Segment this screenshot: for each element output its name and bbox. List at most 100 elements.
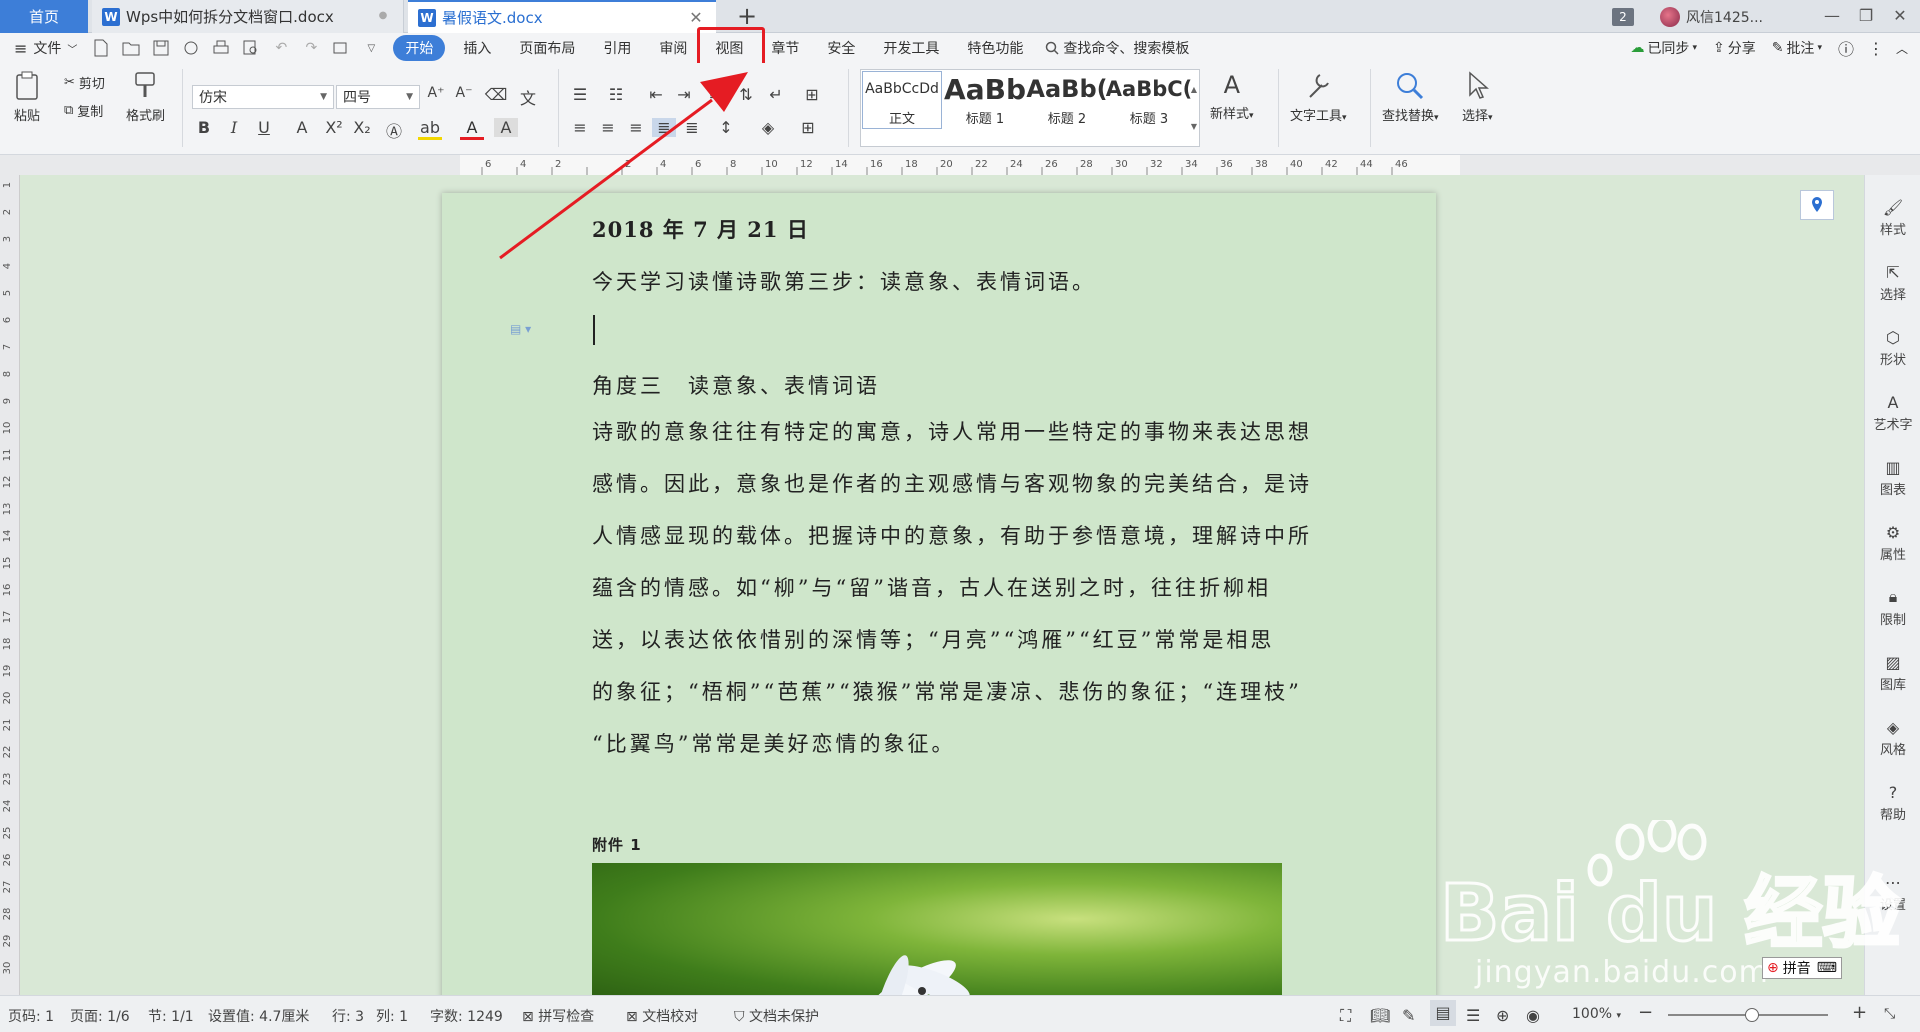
sidebar-item-help[interactable]: ? 帮助	[1865, 780, 1920, 824]
customize-toolbar-icon[interactable]: ▽	[361, 38, 381, 58]
strikethrough-icon[interactable]: A	[290, 118, 314, 137]
attachment-label[interactable]: 附件 1	[592, 834, 642, 855]
status-page[interactable]: 页面: 1/6	[70, 1006, 130, 1026]
tab-security[interactable]: 安全	[813, 33, 869, 63]
doc-intro-line[interactable]: 今天学习读懂诗歌第三步：读意象、表情词语。	[592, 266, 1096, 296]
status-section[interactable]: 节: 1/1	[148, 1006, 194, 1026]
window-count-badge[interactable]: 2	[1612, 8, 1634, 26]
font-name-select[interactable]: 仿宋 ▼	[192, 85, 334, 109]
italic-icon[interactable]: I	[222, 118, 246, 137]
new-document-icon[interactable]	[91, 38, 111, 58]
tab-developer[interactable]: 开发工具	[869, 33, 953, 63]
style-heading-1[interactable]: AaBb 标题 1	[944, 71, 1026, 129]
help-icon[interactable]: ⓘ	[1830, 33, 1862, 63]
line-spacing-icon[interactable]: ↕	[714, 118, 738, 137]
print-dropdown-icon[interactable]	[331, 38, 351, 58]
command-search[interactable]: 查找命令、搜索模板	[1037, 33, 1197, 63]
copy-button[interactable]: ⧉ 复制	[64, 101, 103, 120]
tab-document-2[interactable]: W 暑假语文.docx ✕	[408, 0, 716, 33]
doc-paragraph-line[interactable]: 的象征；“梧桐”“芭蕉”“猿猴”常常是凄凉、悲伤的象征；“连理枝”	[592, 676, 1302, 706]
new-tab-button[interactable]: +	[734, 3, 760, 29]
table-border-icon[interactable]: ⊞	[800, 85, 824, 104]
font-size-select[interactable]: 四号 ▼	[336, 85, 420, 109]
tab-home[interactable]: 首页	[0, 0, 88, 33]
comment-button[interactable]: ✎ 批注 ▾	[1764, 33, 1830, 63]
sidebar-item-art-text[interactable]: A 艺术字	[1865, 390, 1920, 434]
open-folder-icon[interactable]	[121, 38, 141, 58]
tab-features[interactable]: 特色功能	[953, 33, 1037, 63]
doc-heading[interactable]: 角度三 读意象、表情词语	[592, 370, 880, 400]
subscript-icon[interactable]: X₂	[350, 118, 374, 137]
doc-paragraph-line[interactable]: “比翼鸟”常常是美好恋情的象征。	[592, 728, 955, 758]
justify-icon[interactable]: ≣	[652, 118, 676, 137]
status-row[interactable]: 行: 3	[332, 1006, 364, 1026]
location-pin-icon[interactable]	[1800, 190, 1834, 220]
eye-protection-icon[interactable]: ◉	[1526, 1006, 1540, 1025]
paste-button[interactable]: 粘贴	[12, 71, 42, 124]
sidebar-item-shapes[interactable]: ⬡ 形状	[1865, 325, 1920, 369]
align-center-icon[interactable]: ≡	[596, 118, 620, 137]
tab-document-1[interactable]: W Wps中如何拆分文档窗口.docx ●	[92, 0, 404, 33]
decrease-indent-icon[interactable]: ⇤	[644, 85, 668, 104]
align-right-icon[interactable]: ≡	[624, 118, 648, 137]
sidebar-item-more[interactable]: ⋯ 设置	[1865, 870, 1920, 914]
sidebar-item-brush[interactable]: 🖌︎ 样式	[1865, 195, 1920, 239]
shading-icon[interactable]: ◈	[756, 118, 780, 137]
restore-button[interactable]: ❐	[1852, 4, 1880, 28]
sidebar-item-lock[interactable]: 🔒︎ 限制	[1865, 585, 1920, 628]
close-icon[interactable]: ✕	[688, 10, 704, 26]
grow-font-icon[interactable]: A⁺	[424, 85, 448, 101]
sidebar-item-properties[interactable]: ⚙ 属性	[1865, 520, 1920, 564]
collapse-ribbon-icon[interactable]: ︿	[1890, 33, 1920, 63]
doc-paragraph-line[interactable]: 送，以表达依依惜别的深情等；“月亮”“鸿雁”“红豆”常常是相思	[592, 624, 1274, 654]
fit-window-icon[interactable]: ⤡	[1884, 1006, 1895, 1022]
print-preview-icon[interactable]	[241, 38, 261, 58]
font-color-icon[interactable]: A	[460, 118, 484, 140]
paragraph-layout-icon[interactable]: ▤ ▾	[510, 322, 536, 338]
chinese-layout-icon[interactable]: ↹	[704, 85, 728, 104]
distribute-icon[interactable]: ≣	[680, 118, 704, 137]
doc-paragraph-line[interactable]: 诗歌的意象往往有特定的寓意，诗人常用一些特定的事物来表达思想	[592, 416, 1312, 446]
close-window-button[interactable]: ✕	[1886, 4, 1914, 28]
sidebar-item-cursor[interactable]: ⇱ 选择	[1865, 260, 1920, 304]
show-hide-marks-icon[interactable]: ↵	[764, 85, 788, 104]
zoom-out-button[interactable]: −	[1638, 1002, 1653, 1023]
vertical-ruler[interactable]: 1 2 3 4 5 6 7 8 9 10 11 12 13 14 15 16 17 18 19 20 21 22 23 24 2…	[0, 175, 20, 995]
save-icon[interactable]	[151, 38, 171, 58]
page-view-icon[interactable]: ▤	[1430, 1000, 1456, 1026]
attachment-image[interactable]	[592, 863, 1282, 1003]
more-icon[interactable]: ⋮	[1862, 33, 1890, 63]
superscript-icon[interactable]: X²	[322, 118, 346, 137]
phonetic-guide-icon[interactable]: 文	[516, 85, 540, 109]
text-tools-button[interactable]: 文字工具▾	[1290, 71, 1347, 124]
protect-button[interactable]: ⛉ 文档未保护	[734, 1006, 819, 1026]
spell-check-button[interactable]: ⊠ 拼写检查	[522, 1006, 594, 1026]
share-button[interactable]: ⇪ 分享	[1705, 33, 1764, 63]
pen-icon[interactable]: ✎	[1402, 1006, 1415, 1025]
tab-view[interactable]: 视图	[697, 27, 766, 83]
sidebar-item-style[interactable]: ◈ 风格	[1865, 715, 1920, 759]
web-view-icon[interactable]: ⊕	[1496, 1006, 1509, 1025]
horizontal-ruler[interactable]: 6 4 2 2 4 6 8 10 12 14 16 18 20 22 24 26 28 30 32 34 36 38 40 4…	[460, 155, 1460, 175]
zoom-level[interactable]: 100% ▾	[1572, 1006, 1621, 1022]
tab-dot-icon[interactable]: ●	[375, 8, 391, 24]
increase-indent-icon[interactable]: ⇥	[672, 85, 696, 104]
style-heading-2[interactable]: AaBb( 标题 2	[1026, 71, 1108, 129]
highlight-color-icon[interactable]: ab	[418, 118, 442, 140]
doc-date[interactable]: 2018 年 7 月 21 日	[592, 214, 809, 244]
minimize-button[interactable]: —	[1818, 4, 1846, 28]
underline-icon[interactable]: U	[252, 118, 276, 137]
sidebar-item-chart[interactable]: ▥ 图表	[1865, 455, 1920, 499]
new-style-button[interactable]: A 新样式▾	[1210, 71, 1254, 122]
format-painter-button[interactable]: 格式刷	[126, 71, 165, 124]
proofread-button[interactable]: ⊠ 文档校对	[626, 1006, 698, 1026]
user-account[interactable]: 风信1425...	[1660, 6, 1763, 28]
numbered-list-icon[interactable]: ☷	[604, 85, 628, 104]
bold-icon[interactable]: B	[192, 118, 216, 137]
doc-paragraph-line[interactable]: 人情感显现的载体。把握诗中的意象，有助于参悟意境，理解诗中所	[592, 520, 1312, 550]
redo-icon[interactable]: ↷	[301, 38, 321, 58]
styles-scroll[interactable]: ▲ ▼	[1188, 71, 1200, 145]
undo-icon[interactable]: ↶	[271, 38, 291, 58]
sync-status[interactable]: ☁ 已同步 ▾	[1622, 33, 1705, 63]
print-icon[interactable]	[211, 38, 231, 58]
